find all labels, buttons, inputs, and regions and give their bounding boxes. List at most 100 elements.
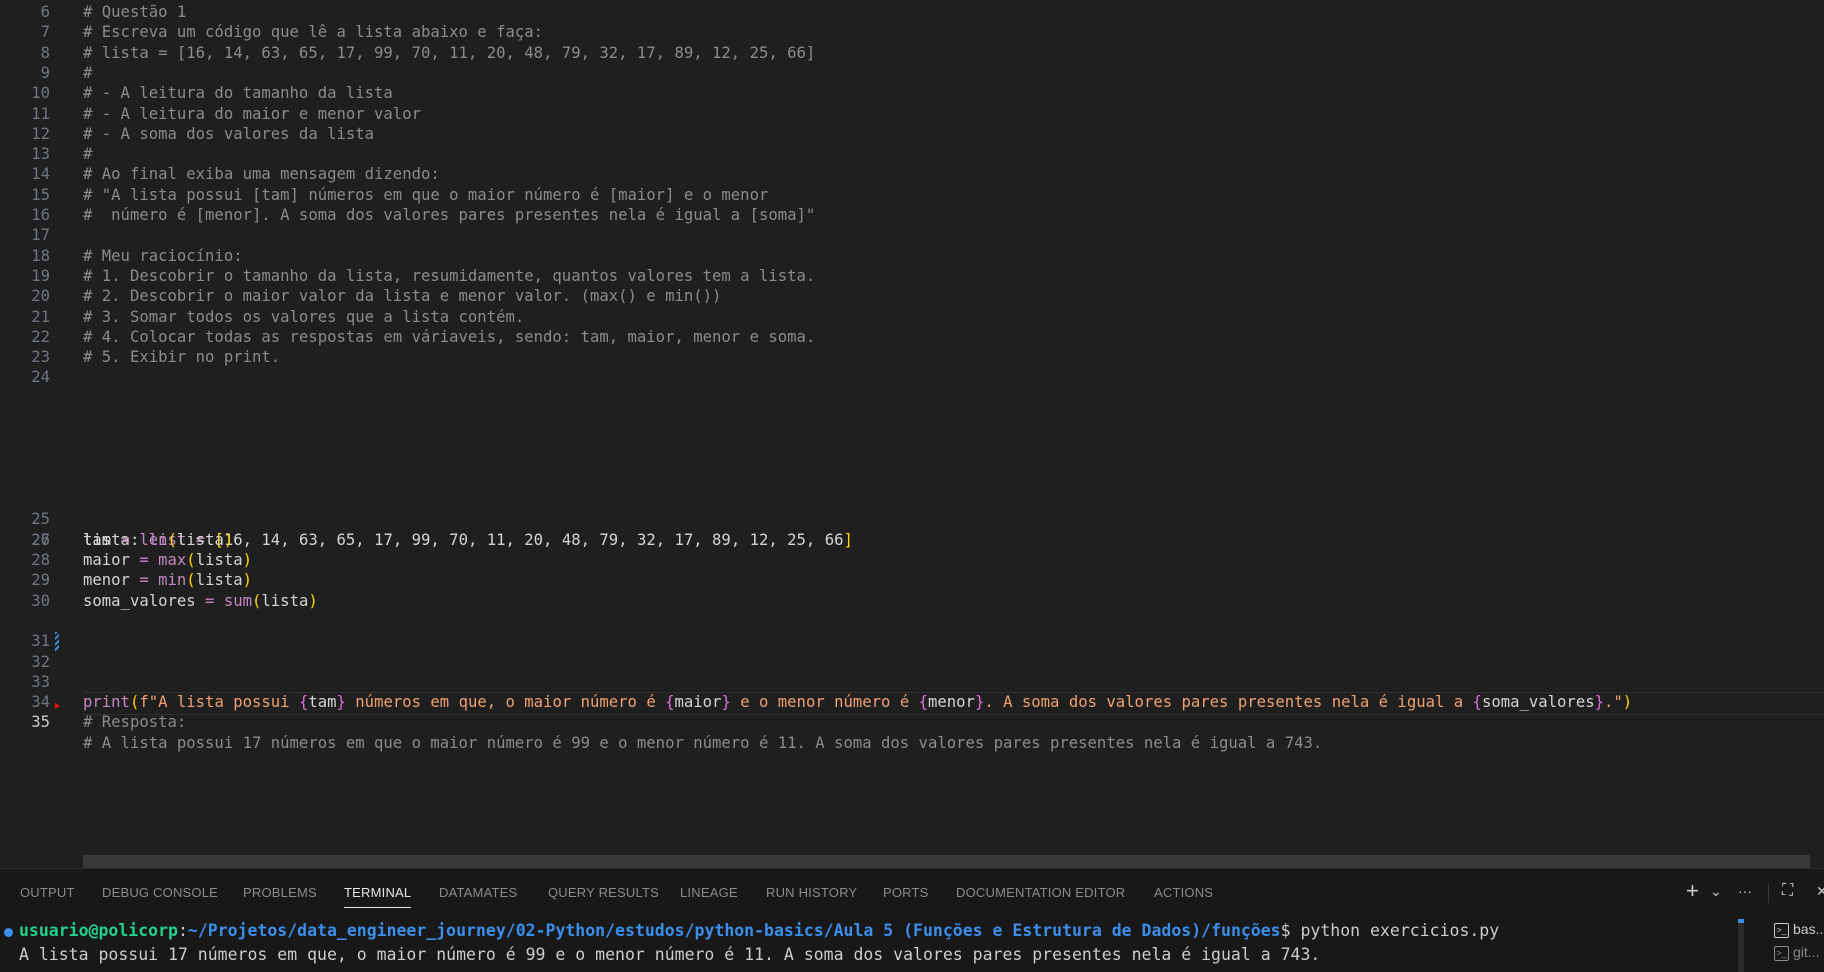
line-number: 29 xyxy=(31,571,50,590)
maximize-panel-icon[interactable]: ⛶ xyxy=(1782,882,1793,900)
code-line-12[interactable]: 12 # - A soma dos valores da lista xyxy=(0,124,1824,144)
terminal-command: python exercicios.py xyxy=(1300,921,1500,940)
tab-debug-console[interactable]: DEBUG CONSOLE xyxy=(102,885,218,900)
code-line-28[interactable]: 28 maior = max(lista) xyxy=(0,550,1824,570)
comment-text: # 3. Somar todos os valores que a lista … xyxy=(83,307,525,326)
code-line-34[interactable]: 34 # Resposta: xyxy=(0,672,1824,731)
paren-close: ) xyxy=(223,530,234,549)
comment-text: # 1. Descobrir o tamanho da lista, resum… xyxy=(83,266,816,285)
tab-documentation-editor[interactable]: DOCUMENTATION EDITOR xyxy=(956,885,1125,900)
tab-problems[interactable]: PROBLEMS xyxy=(243,885,317,900)
tab-lineage[interactable]: LINEAGE xyxy=(680,885,738,900)
code-line-7[interactable]: 7 # Escreva um código que lê a lista abai… xyxy=(0,22,1824,42)
tab-ports[interactable]: PORTS xyxy=(883,885,929,900)
tab-run-history[interactable]: RUN HISTORY xyxy=(766,885,857,900)
line-number: 16 xyxy=(31,206,50,224)
assign-op: = xyxy=(111,530,140,549)
code-line-6[interactable]: 6 # Questão 1 xyxy=(0,2,1824,22)
paren-open: ( xyxy=(167,530,177,549)
terminal-scrollbar[interactable] xyxy=(1738,919,1744,972)
more-actions-icon[interactable]: ··· xyxy=(1738,883,1752,899)
line-number: 23 xyxy=(31,348,50,367)
variable: tam xyxy=(83,530,112,549)
tab-query-results[interactable]: QUERY RESULTS xyxy=(548,885,659,900)
tab-actions[interactable]: ACTIONS xyxy=(1154,885,1213,900)
code-content: maior = max(lista) xyxy=(83,550,252,570)
line-number: 7 xyxy=(40,23,50,42)
code-line-30[interactable]: 30 soma_valores = sum(lista) xyxy=(0,591,1824,611)
line-number: 19 xyxy=(31,266,50,285)
paren-open: ( xyxy=(186,551,196,570)
line-number: 6 xyxy=(40,3,50,21)
code-content: tam = len(lista) xyxy=(83,530,233,550)
comment-text: # Ao final exiba uma mensagem dizendo: xyxy=(83,165,440,184)
code-line-25[interactable]: 25 lista: list = [16, 14, 63, 65, 17, 99… xyxy=(0,489,1824,548)
bottom-panel: OUTPUT DEBUG CONSOLE PROBLEMS TERMINAL D… xyxy=(0,868,1824,972)
line-number: 13 xyxy=(31,145,50,164)
code-content: menor = min(lista) xyxy=(83,570,252,590)
line-number: 14 xyxy=(31,165,50,184)
horizontal-scrollbar[interactable] xyxy=(83,855,1810,868)
code-line-35[interactable]: 35 # A lista possui 17 números em que o … xyxy=(0,692,1824,751)
code-line-29[interactable]: 29 menor = min(lista) xyxy=(0,570,1824,590)
line-number: 9 xyxy=(40,63,50,82)
comment-text: # lista = [16, 14, 63, 65, 17, 99, 70, 1… xyxy=(83,43,816,62)
tab-datamates[interactable]: DATAMATES xyxy=(439,885,517,900)
terminal-session-git[interactable]: >_ git... xyxy=(1774,944,1819,961)
comment-text: # - A leitura do maior e menor valor xyxy=(83,104,421,123)
code-line-26[interactable]: 26 xyxy=(0,510,1824,549)
code-line-19[interactable]: 19 # 1. Descobrir o tamanho da lista, res… xyxy=(0,266,1824,286)
line-number: 18 xyxy=(31,246,50,265)
line-number: 20 xyxy=(31,287,50,306)
line-number: 15 xyxy=(31,185,50,204)
comment-text: # número é [menor]. A soma dos valores p… xyxy=(83,206,816,224)
code-line-31[interactable]: 31 xyxy=(0,611,1824,650)
code-line-9[interactable]: 9 # xyxy=(0,63,1824,83)
new-terminal-icon[interactable]: + xyxy=(1686,878,1699,904)
code-line-13[interactable]: 13 # xyxy=(0,144,1824,164)
comment-text: # 2. Descobrir o maior valor da lista e … xyxy=(83,287,722,306)
code-line-23[interactable]: 23 # 5. Exibir no print. xyxy=(0,347,1824,367)
assign-op: = xyxy=(129,571,159,590)
variable: maior xyxy=(83,551,130,570)
argument: lista xyxy=(261,591,309,610)
code-line-18[interactable]: 18 # Meu raciocínio: xyxy=(0,246,1824,266)
comment-text: # Questão 1 xyxy=(83,3,187,21)
argument: lista xyxy=(195,571,243,590)
code-line-32[interactable]: 32 print(f"A lista possui {tam} números … xyxy=(0,631,1824,711)
comment-text: # 4. Colocar todas as respostas em vária… xyxy=(83,327,816,346)
tab-output[interactable]: OUTPUT xyxy=(20,885,75,900)
code-line-11[interactable]: 11 # - A leitura do maior e menor valor xyxy=(0,104,1824,124)
code-line-16[interactable]: 16 # número é [menor]. A soma dos valores… xyxy=(0,205,1824,225)
comment-text: # xyxy=(83,63,93,82)
code-line-10[interactable]: 10 # - A leitura do tamanho da lista xyxy=(0,83,1824,103)
code-line-33[interactable]: 33 xyxy=(0,652,1824,691)
comment-text: # Escreva um código que lê a lista abaix… xyxy=(83,23,544,42)
tab-terminal[interactable]: TERMINAL xyxy=(344,885,412,908)
terminal-output-line: A lista possui 17 números em que, o maio… xyxy=(19,945,1321,964)
code-line-24[interactable]: 24 xyxy=(0,367,1824,387)
code-line-21[interactable]: 21 # 3. Somar todos os valores que a list… xyxy=(0,307,1824,327)
close-panel-icon[interactable]: ✕ xyxy=(1816,883,1824,900)
line-number: 12 xyxy=(31,124,50,143)
line-number: 30 xyxy=(31,591,50,610)
panel-actions: + ⌄ ··· ⛶ ✕ xyxy=(1680,878,1824,905)
prompt-path: ~/Projetos/data_engineer_journey/02-Pyth… xyxy=(187,921,1281,940)
breakpoint-arrow-icon xyxy=(55,703,60,710)
code-line-15[interactable]: 15 # "A lista possui [tam] números em que… xyxy=(0,185,1824,205)
comment-text: # A lista possui 17 números em que o mai… xyxy=(83,733,1323,752)
chevron-down-icon[interactable]: ⌄ xyxy=(1710,883,1722,900)
session-label: bas... xyxy=(1793,921,1824,937)
code-line-20[interactable]: 20 # 2. Descobrir o maior valor da lista … xyxy=(0,286,1824,306)
code-line-8[interactable]: 8 # lista = [16, 14, 63, 65, 17, 99, 70, … xyxy=(0,43,1824,63)
builtin-fn: len xyxy=(139,530,168,549)
prompt-end: $ xyxy=(1280,921,1301,940)
code-line-14[interactable]: 14 # Ao final exiba uma mensagem dizendo: xyxy=(0,164,1824,184)
code-editor[interactable]: 6 # Questão 1 7 # Escreva um código que lê … xyxy=(0,0,1824,868)
terminal-session-bash[interactable]: >_ bas... xyxy=(1774,921,1824,938)
code-line-17[interactable]: 17 xyxy=(0,225,1824,245)
code-line-27[interactable]: 27 tam = len(lista) xyxy=(0,530,1824,550)
code-line-22[interactable]: 22 # 4. Colocar todas as respostas em vár… xyxy=(0,327,1824,347)
terminal-session-list: >_ bas... >_ git... xyxy=(1764,917,1824,972)
line-number: 21 xyxy=(31,307,50,326)
